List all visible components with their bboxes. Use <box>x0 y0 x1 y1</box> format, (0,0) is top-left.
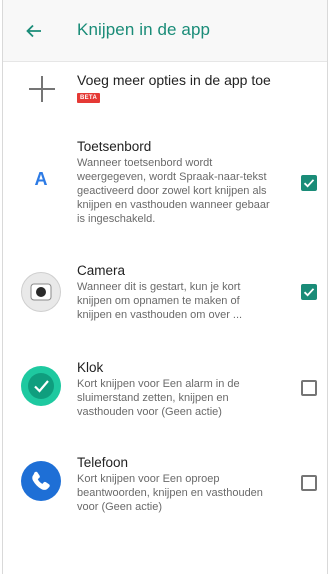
item-description: Kort knijpen voor Een alarm in de sluime… <box>77 378 240 418</box>
item-title: Telefoon <box>77 455 129 470</box>
check-icon <box>303 179 315 188</box>
item-title: Camera <box>77 263 126 278</box>
item-description: Wanneer dit is gestart, kun je kort knij… <box>77 281 243 321</box>
beta-badge: BETA <box>77 93 101 103</box>
item-description: Kort knijpen voor Een oproep beantwoorde… <box>77 473 263 513</box>
screen: Knijpen in de app Voeg meer opties in de… <box>2 0 328 574</box>
list-item-phone[interactable]: Telefoon Kort knijpen voor Een oproep be… <box>3 447 327 527</box>
list-item-keyboard[interactable]: A Toetsenbord Wanneer toetsenbord wordt … <box>3 130 327 230</box>
back-button[interactable] <box>19 16 49 46</box>
camera-icon <box>21 272 61 312</box>
arrow-back-icon <box>26 24 41 38</box>
list-item-clock[interactable]: Klok Kort knijpen voor Een alarm in de s… <box>3 352 327 432</box>
plus-icon <box>29 76 55 102</box>
checkbox-phone[interactable] <box>301 475 317 491</box>
item-title: Klok <box>77 360 104 375</box>
item-description: Wanneer toetsenbord wordt weergegeven, w… <box>77 157 270 225</box>
app-bar: Knijpen in de app <box>3 0 327 62</box>
checkbox-keyboard[interactable] <box>301 175 317 191</box>
item-title: Toetsenbord <box>77 139 152 154</box>
check-icon <box>303 288 315 297</box>
checkbox-clock[interactable] <box>301 380 317 396</box>
page-title: Knijpen in de app <box>77 20 211 39</box>
checkbox-camera[interactable] <box>301 284 317 300</box>
phone-icon <box>21 461 61 501</box>
clock-icon <box>21 366 61 406</box>
list-item-camera[interactable]: Camera Wanneer dit is gestart, kun je ko… <box>3 256 327 336</box>
add-options-label: Voeg meer opties in de app toe <box>77 72 271 88</box>
svg-text:A: A <box>35 169 48 189</box>
add-options-row[interactable]: Voeg meer opties in de app toe BETA <box>3 62 327 120</box>
keyboard-icon: A <box>21 158 61 198</box>
